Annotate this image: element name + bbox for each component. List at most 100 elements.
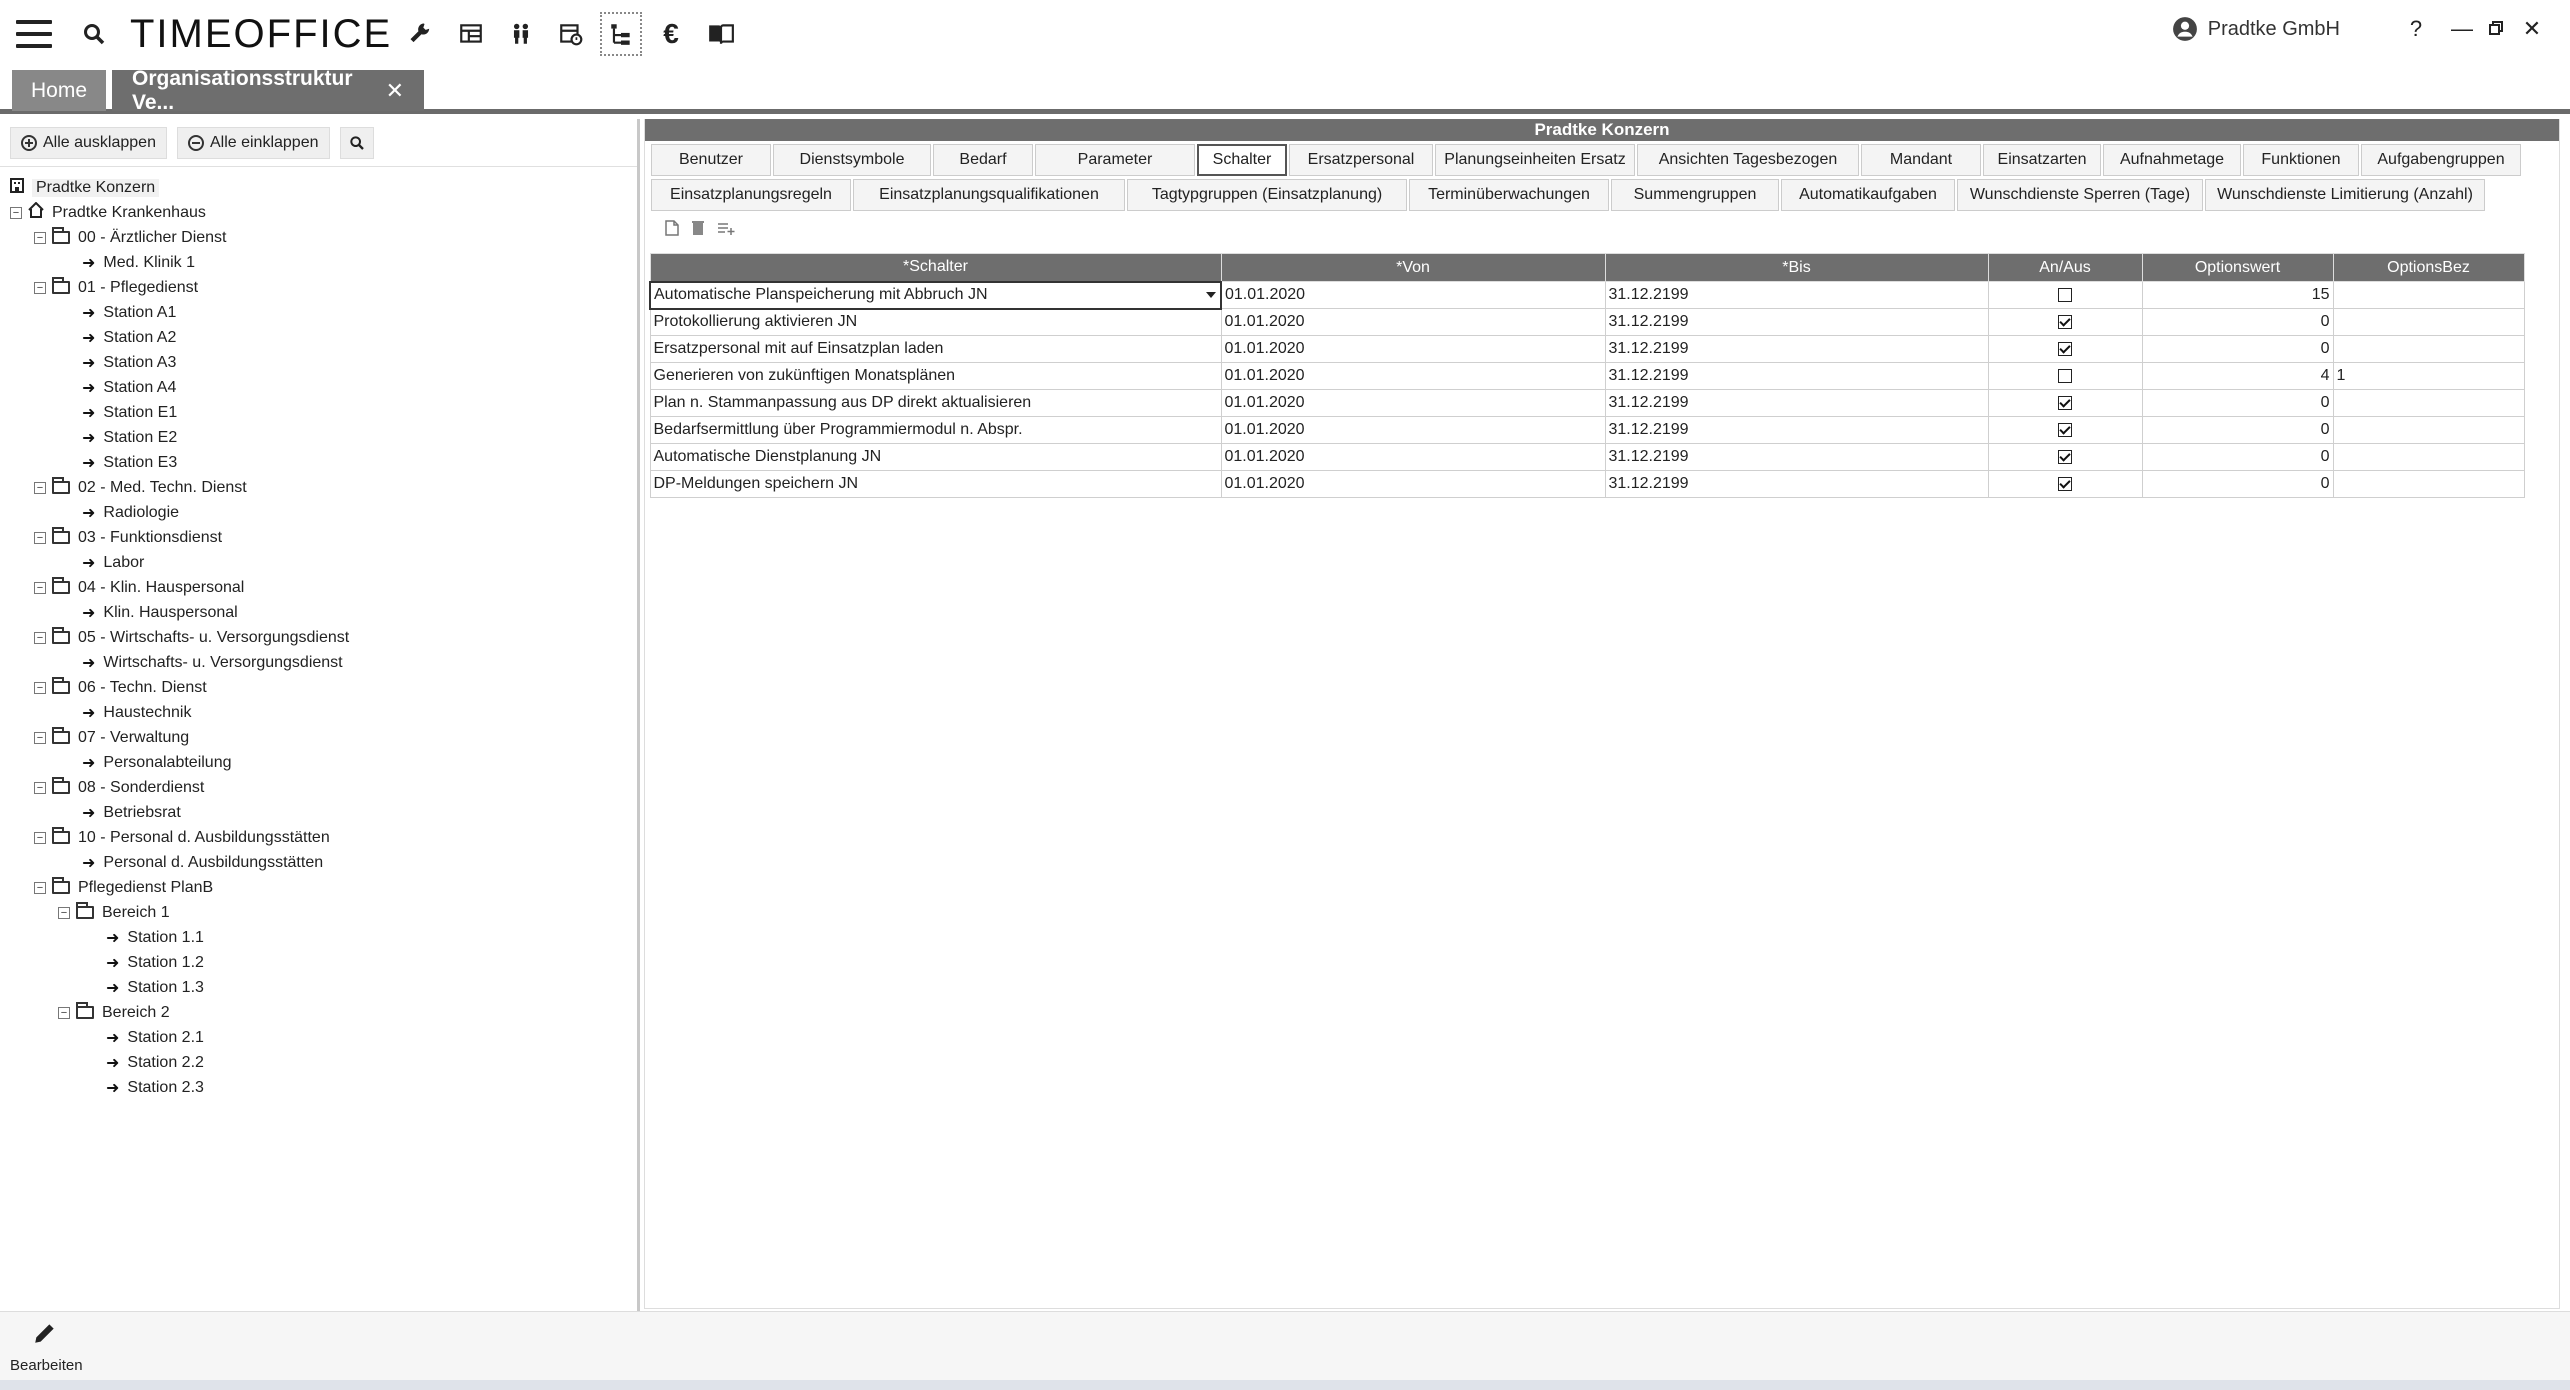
tree-item[interactable]: ➜ Station 1.3 — [10, 975, 637, 1000]
cell-an-aus[interactable] — [1987, 470, 2143, 498]
col-header-optionswert[interactable]: Optionswert — [2141, 253, 2334, 282]
tree-item[interactable]: ➜ Station 1.2 — [10, 950, 637, 975]
subtab-mandant[interactable]: Mandant — [1861, 144, 1981, 176]
cell-optionsbez[interactable] — [2332, 389, 2525, 417]
collapse-toggle-icon[interactable]: − — [34, 631, 46, 644]
tree-item[interactable]: ➜ Station 2.2 — [10, 1050, 637, 1075]
cell-schalter[interactable]: Automatische Planspeicherung mit Abbruch… — [649, 280, 1222, 310]
cell-optionswert[interactable]: 0 — [2141, 443, 2334, 471]
cell-optionsbez[interactable] — [2332, 335, 2525, 363]
table-row[interactable]: Protokollierung aktivieren JN 01.01.2020 3… — [649, 308, 2525, 336]
tree-item[interactable]: − Pradtke Krankenhaus — [10, 200, 637, 225]
tree-item[interactable]: − 06 - Techn. Dienst — [10, 675, 637, 700]
subtab-einsatzarten[interactable]: Einsatzarten — [1983, 144, 2101, 176]
subtab-parameter[interactable]: Parameter — [1035, 144, 1195, 176]
cell-optionsbez[interactable] — [2332, 443, 2525, 471]
cell-schalter[interactable]: Generieren von zukünftigen Monatsplänen — [649, 362, 1222, 390]
edit-button[interactable]: Bearbeiten — [10, 1320, 83, 1374]
subtab-bedarf[interactable]: Bedarf — [933, 144, 1033, 176]
tree-item[interactable]: ➜ Station 2.1 — [10, 1025, 637, 1050]
collapse-toggle-icon[interactable]: − — [58, 1006, 70, 1019]
cell-bis[interactable]: 31.12.2199 — [1604, 308, 1989, 336]
calendar-table-icon[interactable] — [550, 12, 592, 56]
subtab-aufnahmetage[interactable]: Aufnahmetage — [2103, 144, 2241, 176]
subtab-funktionen[interactable]: Funktionen — [2243, 144, 2359, 176]
new-document-icon[interactable] — [665, 219, 679, 241]
tree-item[interactable]: ➜ Station A1 — [10, 300, 637, 325]
tree-item[interactable]: ➜ Station A2 — [10, 325, 637, 350]
subtab-einsatzplanungsqualifikationen[interactable]: Einsatzplanungsqualifikationen — [853, 179, 1125, 211]
table-row[interactable]: Bedarfsermittlung über Programmiermodul … — [649, 416, 2525, 444]
cell-von[interactable]: 01.01.2020 — [1220, 335, 1606, 363]
cell-an-aus[interactable] — [1987, 416, 2143, 444]
cell-schalter[interactable]: Ersatzpersonal mit auf Einsatzplan laden — [649, 335, 1222, 363]
checkbox[interactable] — [2058, 476, 2072, 491]
table-row[interactable]: DP-Meldungen speichern JN 01.01.2020 31.12… — [649, 470, 2525, 498]
add-row-icon[interactable] — [717, 220, 735, 241]
tree-item[interactable]: ➜ Wirtschafts- u. Versorgungsdienst — [10, 650, 637, 675]
wrench-icon[interactable] — [400, 12, 442, 56]
collapse-toggle-icon[interactable]: − — [34, 881, 46, 894]
cell-optionsbez[interactable]: 1 — [2332, 362, 2525, 390]
tree-item[interactable]: − 08 - Sonderdienst — [10, 775, 637, 800]
checkbox[interactable] — [2058, 287, 2072, 302]
menu-icon[interactable] — [12, 12, 56, 56]
cell-optionsbez[interactable] — [2332, 281, 2525, 309]
tree-item[interactable]: ➜ Station E2 — [10, 425, 637, 450]
tree-item[interactable]: − Bereich 1 — [10, 900, 637, 925]
subtab-aufgabengruppen[interactable]: Aufgabengruppen — [2361, 144, 2521, 176]
tree-item[interactable]: − 03 - Funktionsdienst — [10, 525, 637, 550]
minimize-icon[interactable]: — — [2446, 16, 2478, 42]
tree-item[interactable]: ➜ Haustechnik — [10, 700, 637, 725]
cell-bis[interactable]: 31.12.2199 — [1604, 362, 1989, 390]
cell-von[interactable]: 01.01.2020 — [1220, 308, 1606, 336]
tree-item[interactable]: ➜ Station E1 — [10, 400, 637, 425]
col-header-schalter[interactable]: *Schalter — [649, 253, 1222, 282]
subtab-ansichten-tagesbezogen[interactable]: Ansichten Tagesbezogen — [1637, 144, 1859, 176]
cell-an-aus[interactable] — [1987, 335, 2143, 363]
cell-optionswert[interactable]: 0 — [2141, 308, 2334, 336]
cell-optionsbez[interactable] — [2332, 308, 2525, 336]
people-icon[interactable] — [500, 12, 542, 56]
subtab-ersatzpersonal[interactable]: Ersatzpersonal — [1289, 144, 1433, 176]
cell-bis[interactable]: 31.12.2199 — [1604, 470, 1989, 498]
cell-bis[interactable]: 31.12.2199 — [1604, 416, 1989, 444]
cell-optionswert[interactable]: 0 — [2141, 389, 2334, 417]
org-tree-icon[interactable] — [600, 12, 642, 56]
collapse-toggle-icon[interactable]: − — [34, 731, 46, 744]
cell-an-aus[interactable] — [1987, 308, 2143, 336]
subtab-einsatzplanungsregeln[interactable]: Einsatzplanungsregeln — [651, 179, 851, 211]
book-icon[interactable] — [700, 12, 742, 56]
delete-icon[interactable] — [691, 220, 705, 241]
tab-organisationsstruktur[interactable]: Organisationsstruktur Ve... ✕ — [112, 67, 424, 114]
tree-item[interactable]: − Bereich 2 — [10, 1000, 637, 1025]
cell-von[interactable]: 01.01.2020 — [1220, 416, 1606, 444]
help-button[interactable]: ? — [2400, 16, 2432, 42]
cell-schalter[interactable]: Protokollierung aktivieren JN — [649, 308, 1222, 336]
tree-item[interactable]: ➜ Radiologie — [10, 500, 637, 525]
subtab-dienstsymbole[interactable]: Dienstsymbole — [773, 144, 931, 176]
collapse-toggle-icon[interactable]: − — [34, 831, 46, 844]
collapse-toggle-icon[interactable]: − — [34, 781, 46, 794]
cell-schalter[interactable]: DP-Meldungen speichern JN — [649, 470, 1222, 498]
cell-optionswert[interactable]: 0 — [2141, 416, 2334, 444]
collapse-toggle-icon[interactable]: − — [34, 481, 46, 494]
tree-item[interactable]: − 10 - Personal d. Ausbildungsstätten — [10, 825, 637, 850]
tab-home[interactable]: Home — [12, 70, 106, 111]
cell-an-aus[interactable] — [1987, 443, 2143, 471]
tree-item[interactable]: ➜ Med. Klinik 1 — [10, 250, 637, 275]
collapse-all-button[interactable]: Alle einklappen — [176, 126, 330, 159]
cell-schalter[interactable]: Bedarfsermittlung über Programmiermodul … — [649, 416, 1222, 444]
subtab-schalter[interactable]: Schalter — [1197, 144, 1287, 176]
col-header-optionsbez[interactable]: OptionsBez — [2332, 253, 2525, 282]
restore-icon[interactable] — [2480, 16, 2512, 42]
user-menu[interactable]: Pradtke GmbH — [2172, 16, 2340, 42]
subtab-wunschdienste-sperren-tage[interactable]: Wunschdienste Sperren (Tage) — [1957, 179, 2203, 211]
collapse-toggle-icon[interactable]: − — [34, 281, 46, 294]
checkbox[interactable] — [2058, 368, 2072, 383]
cell-optionswert[interactable]: 0 — [2141, 335, 2334, 363]
checkbox[interactable] — [2058, 314, 2072, 329]
tree-item[interactable]: ➜ Betriebsrat — [10, 800, 637, 825]
subtab-automatikaufgaben[interactable]: Automatikaufgaben — [1781, 179, 1955, 211]
checkbox[interactable] — [2058, 449, 2072, 464]
